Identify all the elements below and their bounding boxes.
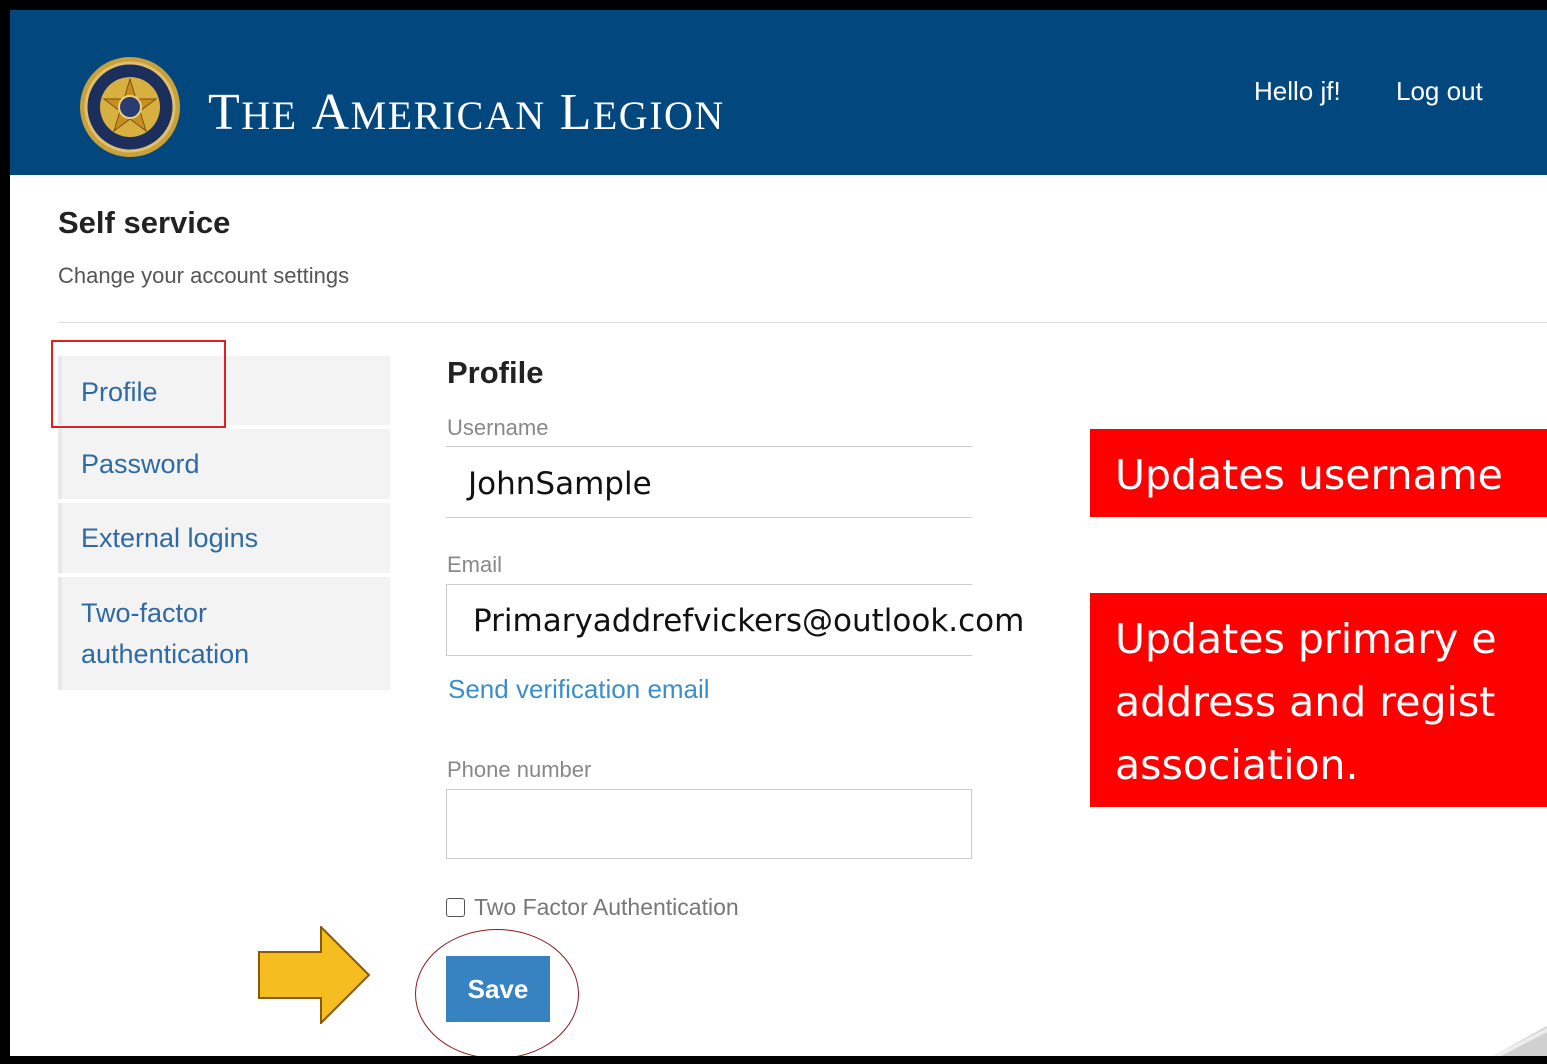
phone-label: Phone number [447,757,592,782]
divider [58,322,1547,323]
send-verification-link[interactable]: Send verification email [448,674,710,705]
two-factor-row: Two Factor Authentication [446,894,739,921]
username-label: Username [447,415,549,440]
brand-title[interactable]: THE AMERICAN LEGION [208,84,725,144]
two-factor-label[interactable]: Two Factor Authentication [474,894,739,921]
email-field[interactable]: Primaryaddrefvickers@outlook.com [446,584,1024,656]
callout-text: Updates primary e [1115,615,1497,663]
sidebar-item-profile[interactable]: Profile [58,356,390,425]
email-label: Email [447,552,503,577]
phone-field[interactable] [446,789,972,859]
callout-email: Updates primary e address and regist ass… [1090,593,1547,807]
user-greeting[interactable]: Hello jf! [1254,76,1341,107]
callout-username: Updates username [1090,429,1547,517]
sidebar-item-two-factor[interactable]: Two-factor authentication [58,577,390,690]
american-legion-emblem-icon[interactable] [78,55,182,159]
username-field[interactable]: JohnSample [446,446,972,518]
sidebar-item-external-logins[interactable]: External logins [58,503,390,573]
page-title: Self service [58,205,231,240]
section-title: Profile [447,355,544,390]
callout-text: association. [1115,741,1359,789]
two-factor-checkbox[interactable] [446,898,465,917]
callout-text: address and regist [1115,678,1496,726]
right-arrow-icon [258,926,370,1024]
site-header: THE AMERICAN LEGION Hello jf! Log out [10,10,1547,175]
logout-link[interactable]: Log out [1396,76,1483,107]
sidebar-item-password[interactable]: Password [58,429,390,499]
save-button[interactable]: Save [446,956,550,1022]
sidebar-item-label: Two-factor [81,598,208,628]
settings-sidebar: Profile Password External logins Two-fac… [58,356,390,694]
sidebar-item-label: authentication [81,639,250,669]
page-subtitle: Change your account settings [58,263,350,288]
corner-decoration [1493,1026,1547,1056]
